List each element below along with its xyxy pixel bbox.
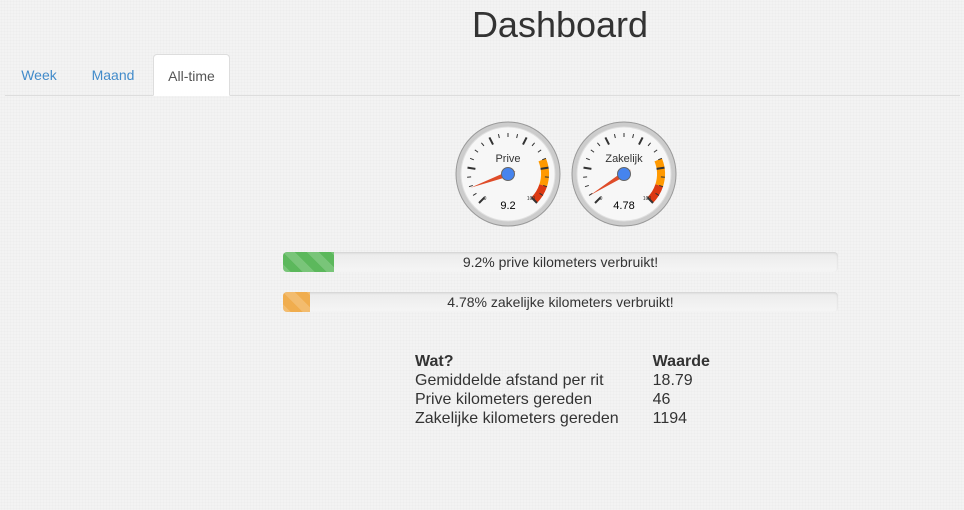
- gauge-value: 9.2: [500, 200, 515, 212]
- table-cell-label: Prive kilometers gereden: [415, 391, 592, 408]
- table-cell-value: 18.79: [652, 372, 693, 389]
- gauge-min-label: 0: [484, 196, 487, 202]
- column-header-wat: Wat?: [415, 352, 454, 370]
- gauge-min-label: 0: [600, 196, 603, 202]
- gauge-prive: Prive 0 100 9.2: [455, 121, 561, 227]
- page-title: Dashboard: [471, 4, 649, 45]
- column-header-waarde: Waarde: [652, 352, 710, 370]
- table-cell-value: 46: [652, 391, 671, 408]
- gauge-label: Prive: [495, 153, 520, 165]
- gauge-max-label: 100: [643, 196, 652, 202]
- progress-prive-label: 9.2% prive kilometers verbruikt!: [462, 254, 659, 270]
- table-cell-label: Zakelijke kilometers gereden: [415, 410, 619, 427]
- table-cell-value: 1194: [652, 410, 688, 427]
- gauge-group: Prive 0 100 9.2 Zakelijk 0 100 4.78: [455, 121, 677, 229]
- table-row: Prive kilometers gereden 46: [413, 390, 712, 409]
- progress-zakelijk-label: 4.78% zakelijke kilometers verbruikt!: [447, 294, 674, 310]
- gauge-tick: [540, 166, 549, 170]
- gauge-zakelijk: Zakelijk 0 100 4.78: [571, 121, 677, 227]
- gauge-center: [501, 167, 515, 181]
- progress-prive: 9.2% prive kilometers verbruikt!: [283, 252, 838, 272]
- gauge-center: [617, 167, 631, 181]
- tab-week[interactable]: Week: [5, 54, 73, 96]
- gauge-tick: [583, 166, 592, 170]
- tab-maand[interactable]: Maand: [75, 54, 151, 96]
- stats-table: Wat? Waarde Gemiddelde afstand per rit 1…: [413, 352, 712, 428]
- table-row: Zakelijke kilometers gereden 1194: [413, 409, 712, 428]
- gauge-value: 4.78: [613, 200, 634, 212]
- gauge-tick: [656, 166, 665, 170]
- table-cell-label: Gemiddelde afstand per rit: [415, 372, 604, 389]
- table-row: Gemiddelde afstand per rit 18.79: [413, 371, 712, 390]
- gauge-tick: [467, 166, 476, 170]
- gauge-max-label: 100: [527, 196, 536, 202]
- tab-bar: Week Maand All-time: [5, 54, 960, 96]
- progress-zakelijk: 4.78% zakelijke kilometers verbruikt!: [283, 292, 838, 312]
- gauge-label: Zakelijk: [605, 153, 643, 165]
- table-header-row: Wat? Waarde: [413, 352, 712, 371]
- tab-all-time[interactable]: All-time: [153, 54, 230, 96]
